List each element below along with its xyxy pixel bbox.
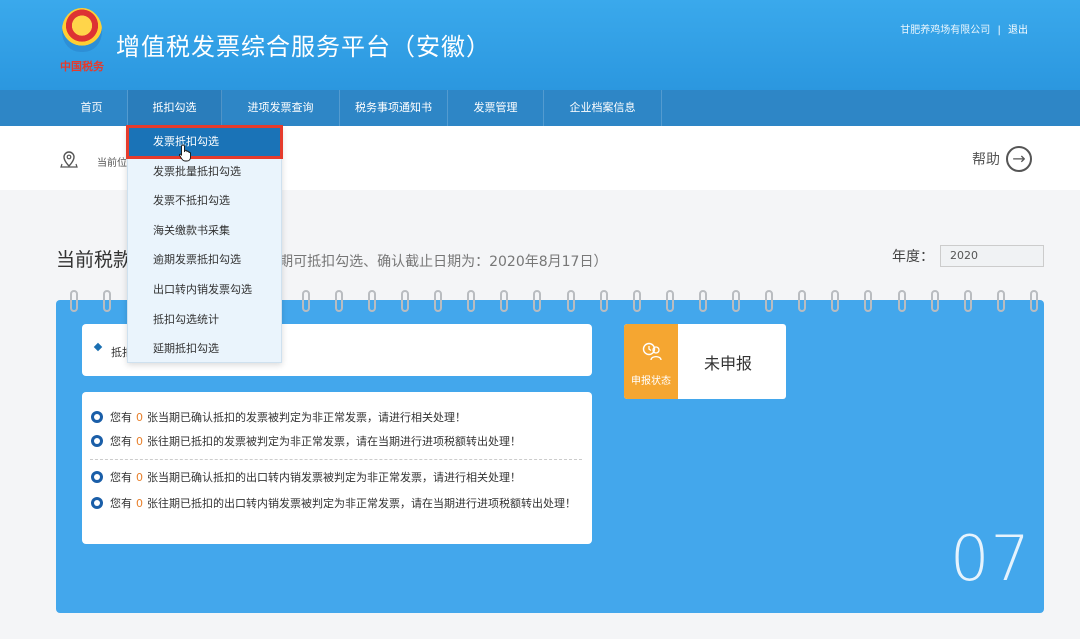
- notice-text: 您有: [110, 411, 132, 424]
- notice-count: 0: [136, 411, 143, 424]
- notice-text: 张往期已抵扣的发票被判定为非正常发票，请在当期进行进项税额转出处理！: [147, 435, 521, 448]
- notice-text: 您有: [110, 471, 132, 484]
- menu-item-overdue-invoice-select[interactable]: 逾期发票抵扣勾选: [128, 245, 281, 275]
- calendar-ring: [864, 290, 873, 312]
- calendar-ring: [996, 290, 1005, 312]
- notice-text: 您有: [110, 497, 132, 510]
- calendar-ring: [599, 290, 608, 312]
- user-name[interactable]: 甘肥养鸡场有限公司: [900, 25, 990, 36]
- arrow-right-icon: →: [1006, 146, 1032, 172]
- calendar-ring: [930, 290, 939, 312]
- calendar-ring: [963, 290, 972, 312]
- status-label: 申报状态: [631, 376, 671, 387]
- declaration-status-card: 申报状态 未申报: [624, 324, 786, 399]
- logo-text: 中国税务: [60, 60, 104, 73]
- notice-item: 您有 0 张当期已确认抵扣的发票被判定为非正常发票，请进行相关处理！: [91, 410, 581, 425]
- nav-enterprise-profile[interactable]: 企业档案信息: [544, 90, 662, 126]
- site-title: 增值税发票综合服务平台（安徽）: [116, 33, 491, 61]
- header: 中国税务 增值税发票综合服务平台（安徽） 甘肥养鸡场有限公司 | 退出: [0, 0, 1080, 90]
- notice-count: 0: [136, 435, 143, 448]
- calendar-ring: [765, 290, 774, 312]
- calendar-ring: [103, 290, 112, 312]
- bell-icon: [91, 435, 103, 447]
- bell-icon: [91, 497, 103, 509]
- calendar-ring: [467, 290, 476, 312]
- user-separator: |: [997, 25, 1001, 36]
- notice-item: 您有 0 张往期已抵扣的发票被判定为非正常发票，请在当期进行进项税额转出处理！: [91, 434, 581, 449]
- main-nav: 首页 抵扣勾选 进项发票查询 税务事项通知书 发票管理 企业档案信息: [0, 90, 1080, 126]
- status-value: 未申报: [704, 354, 753, 373]
- notice-text: 张当期已确认抵扣的出口转内销发票被判定为非正常发票，请进行相关处理！: [147, 471, 521, 484]
- nav-tax-notice[interactable]: 税务事项通知书: [340, 90, 448, 126]
- calendar-ring: [70, 290, 78, 312]
- nav-invoice-management[interactable]: 发票管理: [448, 90, 544, 126]
- year-select[interactable]: 2020: [940, 245, 1044, 267]
- calendar-ring: [732, 290, 741, 312]
- notice-divider: [90, 459, 582, 460]
- notice-text: 张当期已确认抵扣的发票被判定为非正常发票，请进行相关处理！: [147, 411, 466, 424]
- help-label: 帮助: [972, 152, 1000, 168]
- nav-home[interactable]: 首页: [56, 90, 128, 126]
- notice-count: 0: [136, 471, 143, 484]
- notice-text: 您有: [110, 435, 132, 448]
- calendar-ring: [665, 290, 674, 312]
- user-clock-icon: [642, 342, 662, 361]
- help-button[interactable]: 帮助 →: [972, 146, 1032, 172]
- page: 中国税务 增值税发票综合服务平台（安徽） 甘肥养鸡场有限公司 | 退出 首页 抵…: [0, 0, 1080, 639]
- year-label: 年度：: [892, 249, 934, 265]
- notice-item: 您有 0 张往期已抵扣的出口转内销发票被判定为非正常发票，请在当期进行进项税额转出处…: [91, 496, 581, 511]
- period-deadline-note: （当期可抵扣勾选、确认截止日期为：2020年8月17日）: [251, 254, 608, 270]
- menu-item-invoice-deduction-select[interactable]: 发票抵扣勾选: [126, 125, 283, 159]
- calendar-ring: [500, 290, 509, 312]
- calendar-ring: [334, 290, 343, 312]
- hand-pointer-icon: [179, 144, 191, 162]
- calendar-ring: [401, 290, 410, 312]
- deduction-dropdown-menu: 发票抵扣勾选 发票批量抵扣勾选 发票不抵扣勾选 海关缴款书采集 逾期发票抵扣勾选…: [126, 125, 283, 364]
- menu-item-deferred-deduction-select[interactable]: 延期抵扣勾选: [128, 334, 281, 364]
- nav-input-invoice-query[interactable]: 进项发票查询: [222, 90, 340, 126]
- bell-icon: [91, 471, 103, 483]
- notice-text: 张往期已抵扣的出口转内销发票被判定为非正常发票，请在当期进行进项税额转出处理！: [147, 497, 576, 510]
- calendar-ring: [632, 290, 641, 312]
- location-icon: [60, 151, 78, 168]
- calendar-ring: [1030, 290, 1038, 312]
- calendar-month-number: 07: [950, 522, 1031, 595]
- status-side-panel: 申报状态: [624, 324, 678, 399]
- menu-item-deduction-statistics[interactable]: 抵扣勾选统计: [128, 305, 281, 335]
- nav-deduction-select[interactable]: 抵扣勾选: [128, 90, 222, 126]
- calendar-ring: [566, 290, 575, 312]
- calendar-ring: [897, 290, 906, 312]
- menu-item-export-to-domestic-select[interactable]: 出口转内销发票勾选: [128, 275, 281, 305]
- logout-link[interactable]: 退出: [1008, 25, 1028, 36]
- calendar-ring: [367, 290, 376, 312]
- tax-emblem-icon: [62, 8, 102, 52]
- period-prefix: 当前税款: [56, 249, 133, 271]
- breadcrumb: 当前位: [97, 158, 127, 169]
- calendar-ring: [698, 290, 707, 312]
- calendar-ring: [301, 290, 310, 312]
- notice-item: 您有 0 张当期已确认抵扣的出口转内销发票被判定为非正常发票，请进行相关处理！: [91, 470, 581, 485]
- user-area: 甘肥养鸡场有限公司 | 退出: [900, 21, 1028, 36]
- tax-logo: 中国税务: [56, 8, 108, 78]
- menu-item-customs-payment-collection[interactable]: 海关缴款书采集: [128, 216, 281, 246]
- menu-item-batch-deduction-select[interactable]: 发票批量抵扣勾选: [128, 157, 281, 187]
- calendar-ring: [533, 290, 542, 312]
- calendar-ring: [798, 290, 807, 312]
- menu-item-non-deduction-select[interactable]: 发票不抵扣勾选: [128, 186, 281, 216]
- calendar-ring: [831, 290, 840, 312]
- calendar-ring: [434, 290, 443, 312]
- bell-icon: [91, 411, 103, 423]
- notice-count: 0: [136, 497, 143, 510]
